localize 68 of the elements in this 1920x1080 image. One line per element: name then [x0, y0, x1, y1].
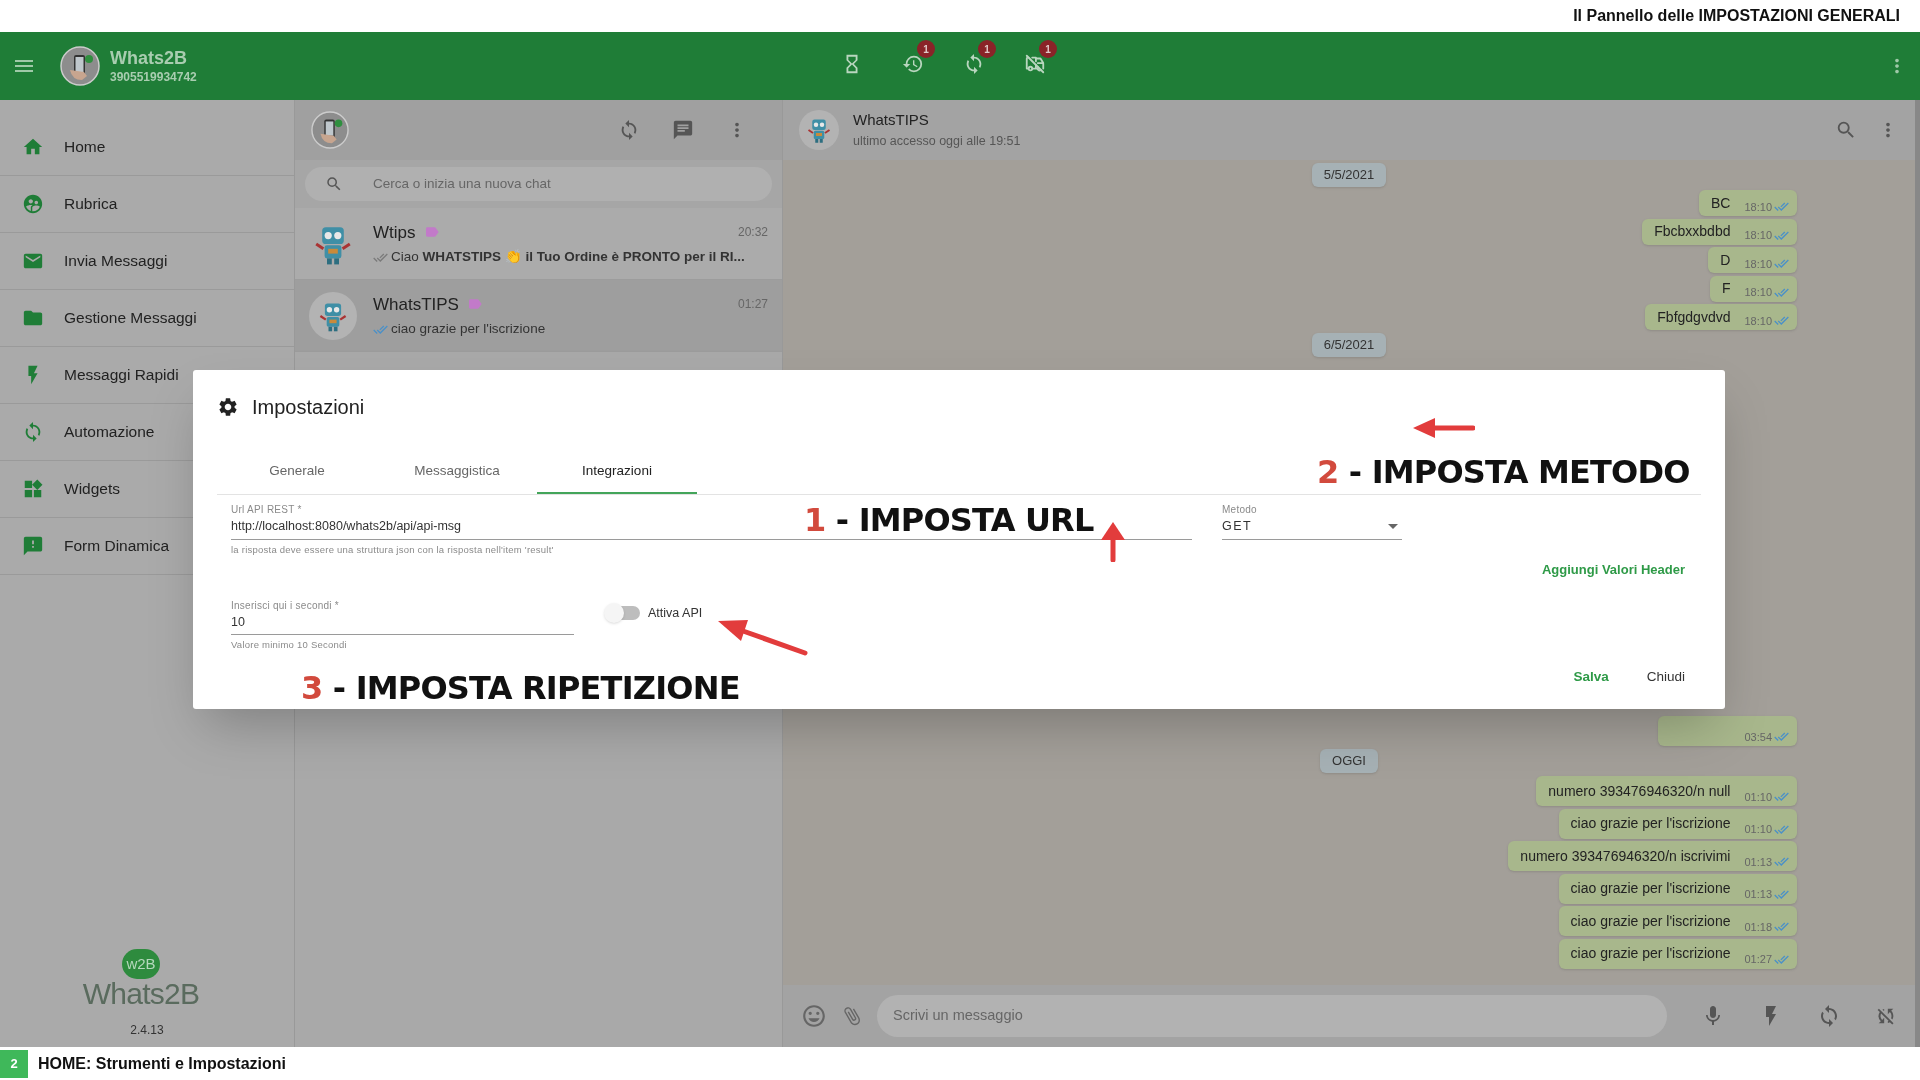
- chat-time: 01:27: [737, 296, 768, 314]
- message-time: 01:10: [1744, 822, 1772, 837]
- contact-name: Wtips: [373, 221, 416, 244]
- phone-number: 3905519934742: [110, 69, 197, 85]
- message-time: 01:13: [1744, 854, 1772, 870]
- sidebar-item[interactable]: Invia Messaggi: [0, 233, 294, 290]
- message-time: 03:54: [1744, 729, 1772, 745]
- save-button[interactable]: Salva: [1563, 662, 1619, 691]
- message-time: 18:10: [1744, 285, 1772, 300]
- message-time: 01:13: [1744, 887, 1772, 902]
- chat-time: 20:32: [737, 224, 768, 242]
- field-label: Inserisci qui i secondi *: [231, 598, 339, 613]
- notification-badge: 1: [1039, 40, 1057, 58]
- footer-title: HOME: Strumenti e Impostazioni: [38, 1053, 286, 1074]
- message-time: 18:10: [1744, 228, 1772, 243]
- message-text: ciao grazie per l'iscrizione: [1570, 944, 1731, 963]
- message-preview: Ciao WHATSTIPS 👏 il Tuo Ordine è PRONTO per il RI...: [391, 248, 745, 267]
- message-time: 18:10: [1744, 199, 1772, 215]
- message-text: numero 393476946320/n iscrivimi: [1520, 846, 1731, 866]
- contact-name: WhatsTIPS: [853, 110, 930, 131]
- tab[interactable]: Integrazioni: [537, 450, 697, 494]
- callout-text: 1 - IMPOSTA URL: [804, 500, 1094, 541]
- message-time: 18:10: [1744, 313, 1772, 329]
- message-text: numero 393476946320/n null: [1548, 781, 1731, 801]
- callout-text: 3 - IMPOSTA RIPETIZIONE: [301, 668, 740, 709]
- notification-badge: 1: [917, 40, 935, 58]
- search-placeholder: Cerca o inizia una nuova chat: [373, 174, 551, 193]
- message-preview: ciao grazie per l'iscrizione: [391, 320, 546, 339]
- date-chip: 5/5/2021: [1311, 163, 1387, 187]
- message-time: 01:10: [1744, 789, 1772, 805]
- message-text: ciao grazie per l'iscrizione: [1570, 814, 1731, 833]
- app-name: Whats2B: [110, 47, 188, 70]
- callout-text: 2 - IMPOSTA METODO: [1317, 452, 1690, 493]
- toggle-label: Attiva API: [648, 604, 703, 622]
- field-label: Metodo: [1222, 503, 1257, 517]
- version-text: 2.4.13: [130, 1022, 164, 1039]
- input-placeholder: Scrivi un messaggio: [893, 1006, 1023, 1026]
- message-text: ciao grazie per l'iscrizione: [1570, 911, 1731, 931]
- message-text: D: [1720, 250, 1731, 270]
- contact-name: WhatsTIPS: [373, 293, 459, 316]
- sidebar-item[interactable]: Gestione Messaggi: [0, 290, 294, 347]
- last-seen-text: ultimo accesso oggi alle 19:51: [853, 132, 1021, 150]
- page-number: 2: [0, 1049, 28, 1078]
- message-time: 01:18: [1744, 919, 1772, 935]
- slide-title: Il Pannello delle IMPOSTAZIONI GENERALI: [1573, 6, 1900, 26]
- message-text: F: [1721, 279, 1731, 298]
- add-header-link[interactable]: Aggiungi Valori Header: [1541, 560, 1685, 580]
- message-text: Fbfgdgvdvd: [1657, 307, 1731, 327]
- message-text: ciao grazie per l'iscrizione: [1570, 879, 1731, 898]
- message-text: Fbcbxxbdbd: [1654, 222, 1731, 241]
- field-hint: Valore minimo 10 Secondi: [231, 638, 348, 653]
- sidebar-item[interactable]: Home: [0, 119, 294, 176]
- notification-badge: 1: [978, 40, 996, 58]
- tab[interactable]: Messaggistica: [377, 450, 537, 494]
- logo-name: Whats2B: [82, 979, 200, 1009]
- method-select[interactable]: Metodo GET: [1222, 502, 1402, 536]
- close-button[interactable]: Chiudi: [1636, 662, 1695, 691]
- sidebar-item[interactable]: Rubrica: [0, 176, 294, 233]
- message-time: 18:10: [1744, 256, 1772, 272]
- text-field[interactable]: Inserisci qui i secondi * 10: [231, 597, 339, 632]
- date-chip: 6/5/2021: [1311, 333, 1387, 357]
- message-time: 01:27: [1744, 952, 1772, 967]
- field-value: 10: [231, 613, 245, 631]
- field-value: GET: [1222, 518, 1253, 535]
- message-text: BC: [1711, 193, 1731, 213]
- logo-badge: w2B: [122, 949, 160, 979]
- date-chip: OGGI: [1320, 749, 1378, 773]
- chat-list-item[interactable]: WhatsTIPS 01:27 ciao grazie per l'iscrizione: [295, 280, 782, 352]
